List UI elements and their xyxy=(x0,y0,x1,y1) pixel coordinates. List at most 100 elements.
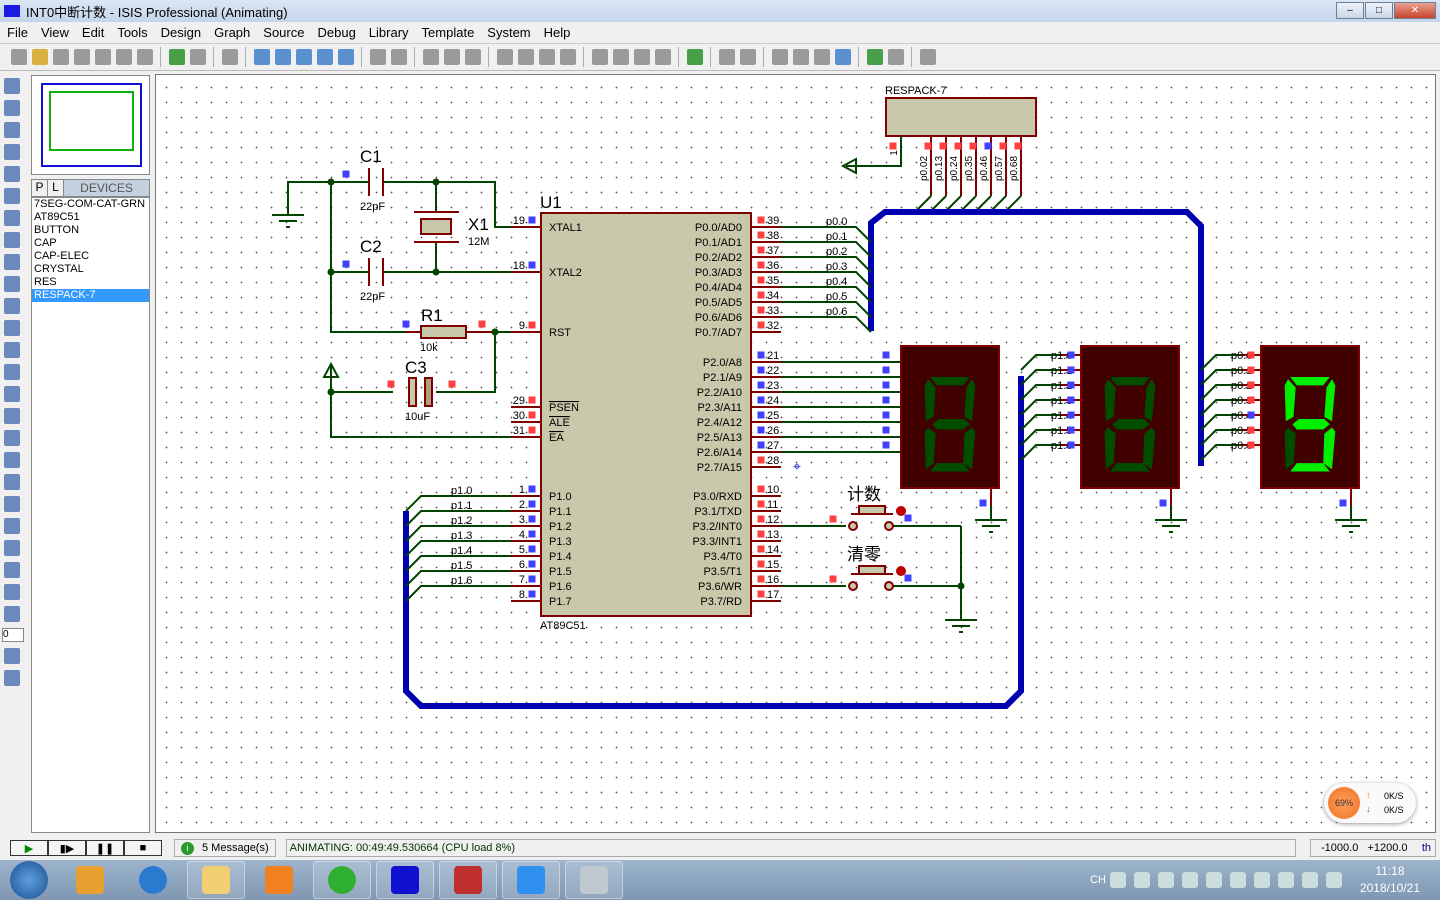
library-manager-button[interactable]: L xyxy=(48,180,64,196)
line-tool-icon[interactable] xyxy=(4,408,20,424)
tape-tool-icon[interactable] xyxy=(4,298,20,314)
pick-devices-button[interactable]: P xyxy=(32,180,48,196)
menu-tools[interactable]: Tools xyxy=(117,25,147,40)
key-icon[interactable] xyxy=(1181,872,1198,888)
pin-tool-icon[interactable] xyxy=(4,254,20,270)
taskbar-media-player[interactable] xyxy=(250,861,308,899)
probe-voltage-tool-icon[interactable] xyxy=(4,342,20,358)
tray-app-icon[interactable] xyxy=(1133,872,1150,888)
terminal-tool-icon[interactable] xyxy=(4,232,20,248)
device-item[interactable]: CRYSTAL xyxy=(32,263,149,276)
selection-tool-icon[interactable] xyxy=(4,78,20,94)
tray-robot-icon[interactable] xyxy=(1253,872,1270,888)
start-button[interactable] xyxy=(10,861,48,899)
menu-edit[interactable]: Edit xyxy=(82,25,104,40)
generator-tool-icon[interactable] xyxy=(4,320,20,336)
graph-tool-icon[interactable] xyxy=(4,276,20,292)
cloud-icon[interactable] xyxy=(1157,872,1174,888)
redo-icon[interactable] xyxy=(390,49,407,65)
bom-icon[interactable] xyxy=(866,49,883,65)
rotate-cw-tool-icon[interactable] xyxy=(4,584,20,600)
search-icon[interactable] xyxy=(718,49,735,65)
print-area-icon[interactable] xyxy=(136,49,153,65)
symbol-tool-icon[interactable] xyxy=(4,540,20,556)
pick-icon[interactable] xyxy=(591,49,608,65)
text-tool-icon[interactable] xyxy=(4,518,20,534)
rotate-ccw-tool-icon[interactable] xyxy=(4,606,20,622)
box-tool-icon[interactable] xyxy=(4,430,20,446)
block-move-icon[interactable] xyxy=(517,49,534,65)
wire-autoroute-icon[interactable] xyxy=(686,49,703,65)
cut-icon[interactable] xyxy=(422,49,439,65)
close-button[interactable]: ✕ xyxy=(1394,2,1436,19)
device-item[interactable]: 7SEG-COM-CAT-GRN xyxy=(32,198,149,211)
zoom-area-icon[interactable] xyxy=(337,49,354,65)
push-button[interactable] xyxy=(858,565,886,575)
respack-rp1[interactable] xyxy=(885,97,1037,137)
device-item[interactable]: CAP-ELEC xyxy=(32,250,149,263)
device-item[interactable]: AT89C51 xyxy=(32,211,149,224)
taskbar-app-1[interactable] xyxy=(61,861,119,899)
property-assign-icon[interactable] xyxy=(739,49,756,65)
subcircuit-tool-icon[interactable] xyxy=(4,210,20,226)
ares-icon[interactable] xyxy=(919,49,936,65)
crystal-x1[interactable] xyxy=(420,218,452,235)
component-tool-icon[interactable] xyxy=(4,100,20,116)
menu-debug[interactable]: Debug xyxy=(317,25,355,40)
taskbar-isis[interactable] xyxy=(376,861,434,899)
packaging-icon[interactable] xyxy=(633,49,650,65)
open-icon[interactable] xyxy=(31,49,48,65)
maximize-button[interactable]: □ xyxy=(1365,2,1393,19)
taskbar-ie[interactable] xyxy=(124,861,182,899)
zoom-out-icon[interactable] xyxy=(295,49,312,65)
usb-icon[interactable] xyxy=(1229,872,1246,888)
instrument-tool-icon[interactable] xyxy=(4,386,20,402)
taskbar-wps[interactable] xyxy=(502,861,560,899)
action-center-flag-icon[interactable] xyxy=(1205,872,1222,888)
paste-icon[interactable] xyxy=(464,49,481,65)
menu-file[interactable]: File xyxy=(7,25,28,40)
push-button[interactable] xyxy=(858,505,886,515)
zoom-all-icon[interactable] xyxy=(316,49,333,65)
schematic[interactable]: U1AT89C5119XTAL118XTAL29RST29PSEN30ALE31… xyxy=(156,75,1437,834)
arc-tool-icon[interactable] xyxy=(4,474,20,490)
schematic-canvas[interactable]: U1 AT89C51 19 XTAL1 18 XTAL2 9 RST 29 PSEN 30 ALE 31… xyxy=(155,74,1436,833)
menu-library[interactable]: Library xyxy=(369,25,409,40)
path-tool-icon[interactable] xyxy=(4,496,20,512)
menu-graph[interactable]: Graph xyxy=(214,25,250,40)
menu-help[interactable]: Help xyxy=(544,25,571,40)
pause-button[interactable]: ❚❚ xyxy=(86,840,124,856)
device-item[interactable]: RES xyxy=(32,276,149,289)
menu-system[interactable]: System xyxy=(487,25,530,40)
save-icon[interactable] xyxy=(52,49,69,65)
goto-sheet-icon[interactable] xyxy=(813,49,830,65)
overview-window[interactable] xyxy=(31,75,150,175)
new-sheet-icon[interactable] xyxy=(771,49,788,65)
wire-label-tool-icon[interactable] xyxy=(4,144,20,160)
stop-button[interactable]: ■ xyxy=(124,840,162,856)
zoom-in-icon[interactable] xyxy=(274,49,291,65)
mirror-vertical-tool-icon[interactable] xyxy=(4,670,20,686)
menu-template[interactable]: Template xyxy=(422,25,475,40)
menu-design[interactable]: Design xyxy=(161,25,201,40)
text-script-tool-icon[interactable] xyxy=(4,166,20,182)
pan-icon[interactable] xyxy=(253,49,270,65)
taskbar-keil[interactable] xyxy=(439,861,497,899)
decompose-icon[interactable] xyxy=(654,49,671,65)
device-item[interactable]: BUTTON xyxy=(32,224,149,237)
security-icon[interactable] xyxy=(1325,872,1342,888)
marker-tool-icon[interactable] xyxy=(4,562,20,578)
zoom-child-icon[interactable] xyxy=(834,49,851,65)
refresh-icon[interactable] xyxy=(168,49,185,65)
block-delete-icon[interactable] xyxy=(559,49,576,65)
minimize-button[interactable]: – xyxy=(1336,2,1364,19)
taskbar-explorer[interactable] xyxy=(187,861,245,899)
menu-view[interactable]: View xyxy=(41,25,69,40)
bus-tool-icon[interactable] xyxy=(4,188,20,204)
probe-current-tool-icon[interactable] xyxy=(4,364,20,380)
step-button[interactable]: ▮▶ xyxy=(48,840,86,856)
new-icon[interactable] xyxy=(10,49,27,65)
grid-icon[interactable] xyxy=(189,49,206,65)
menu-source[interactable]: Source xyxy=(263,25,304,40)
messages-button[interactable]: i 5 Message(s) xyxy=(174,839,276,857)
